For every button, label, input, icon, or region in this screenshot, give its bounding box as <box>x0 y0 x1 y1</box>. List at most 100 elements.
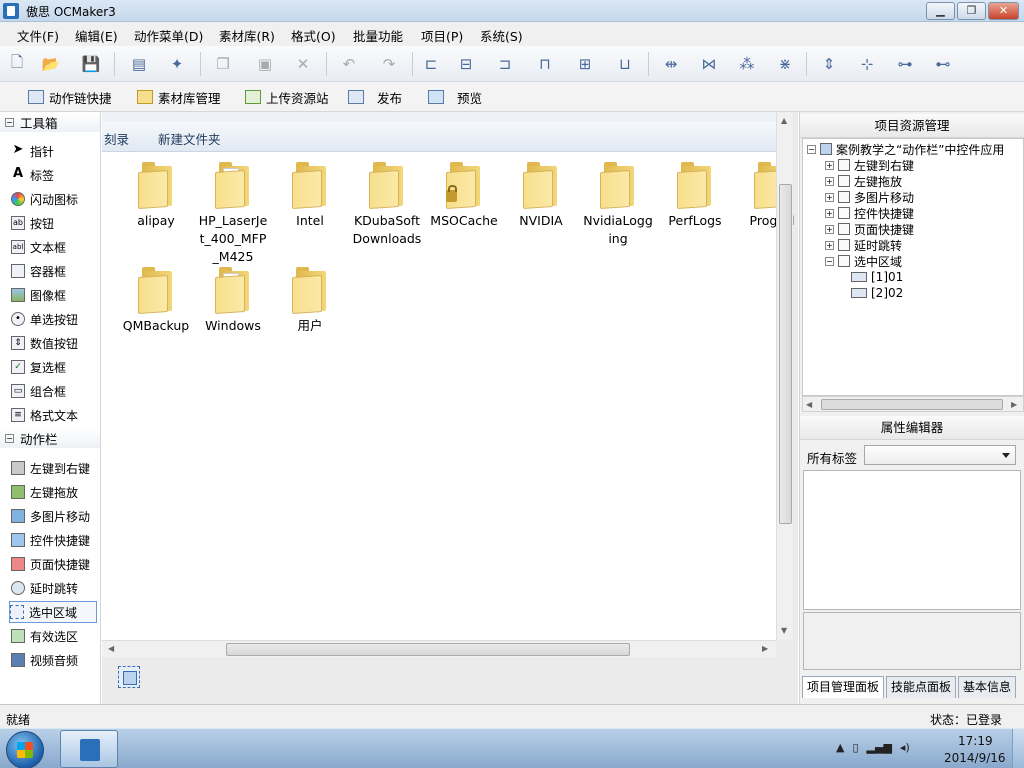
select-region-widget-icon[interactable] <box>118 666 140 688</box>
folder-item[interactable]: 用户 <box>274 267 346 335</box>
remove-spacing-icon[interactable]: ⊷ <box>932 53 954 75</box>
decrease-spacing-icon[interactable]: ⊶ <box>894 53 916 75</box>
undo-icon[interactable]: ↶ <box>338 53 360 75</box>
action-left-to-right[interactable]: 左键到右键 <box>11 457 99 479</box>
preview-button[interactable]: 预览 <box>428 87 482 107</box>
menu-action[interactable]: 动作菜单(D) <box>134 26 203 45</box>
new-folder-button[interactable]: 新建文件夹 <box>158 129 221 148</box>
clock-date[interactable]: 2014/9/16 <box>944 751 1006 765</box>
folder-item[interactable]: HP_LaserJet_400_MFP_M425 <box>197 162 269 266</box>
network-icon[interactable]: ▂▄▆ <box>867 741 892 754</box>
start-button[interactable] <box>6 731 44 768</box>
align-middle-icon[interactable]: ⊞ <box>574 53 596 75</box>
increase-spacing-icon[interactable]: ⊹ <box>856 53 878 75</box>
tool-image[interactable]: 图像框 <box>11 284 99 306</box>
page-icon[interactable]: ▤ <box>128 53 150 75</box>
tree-node[interactable]: + 左键拖放 <box>825 173 902 189</box>
space-even-icon[interactable]: ⁂ <box>736 53 758 75</box>
horizontal-scrollbar[interactable]: ◀ ▶ <box>102 640 776 657</box>
show-desktop-button[interactable] <box>1012 729 1024 768</box>
folder-item[interactable]: alipay <box>120 162 192 230</box>
copy-icon[interactable]: ❐ <box>212 53 234 75</box>
menu-file[interactable]: 文件(F) <box>17 26 59 45</box>
menu-edit[interactable]: 编辑(E) <box>75 26 118 45</box>
tree-root[interactable]: − 案例教学之“动作栏”中控件应用 <box>807 141 1004 157</box>
distribute-vertical-icon[interactable]: ⇕ <box>818 53 840 75</box>
vertical-scrollbar[interactable]: ▲ ▼ <box>776 112 793 640</box>
scroll-right-icon[interactable]: ▶ <box>1011 400 1017 409</box>
align-bottom-icon[interactable]: ⊔ <box>614 53 636 75</box>
scroll-down-icon[interactable]: ▼ <box>781 626 787 635</box>
horizontal-scroll-thumb[interactable] <box>226 643 630 656</box>
scroll-right-icon[interactable]: ▶ <box>762 644 768 653</box>
property-grid[interactable] <box>803 470 1021 610</box>
tool-checkbox[interactable]: ✓ 复选框 <box>11 356 99 378</box>
scroll-up-icon[interactable]: ▲ <box>781 116 787 125</box>
upload-button[interactable]: 上传资源站 <box>245 87 329 107</box>
actionbar-header[interactable]: − 动作栏 <box>0 428 100 448</box>
tree-horizontal-scrollbar[interactable]: ◀ ▶ <box>802 396 1024 412</box>
menu-batch[interactable]: 批量功能 <box>353 26 403 45</box>
align-left-icon[interactable]: ⊏ <box>420 53 442 75</box>
distribute-horizontal-icon[interactable]: ⇹ <box>660 53 682 75</box>
maximize-button[interactable]: ❐ <box>957 2 986 20</box>
delete-icon[interactable]: ✕ <box>292 53 314 75</box>
scroll-left-icon[interactable]: ◀ <box>108 644 114 653</box>
menu-system[interactable]: 系统(S) <box>480 26 523 45</box>
tool-richtext[interactable]: ≡ 格式文本 <box>11 404 99 426</box>
align-center-icon[interactable]: ⊟ <box>455 53 477 75</box>
folder-item[interactable]: NVIDIA <box>505 162 577 230</box>
folder-item[interactable]: PerfLogs <box>659 162 731 230</box>
vertical-scroll-thumb[interactable] <box>779 184 792 524</box>
action-video-audio[interactable]: 视频音频 <box>11 649 99 671</box>
tool-label-control[interactable]: A 标签 <box>11 164 99 186</box>
tree-node[interactable]: + 多图片移动 <box>825 189 914 205</box>
tree-node[interactable]: + 控件快捷键 <box>825 205 914 221</box>
toolbox-header[interactable]: − 工具箱 <box>0 112 100 132</box>
align-top-icon[interactable]: ⊓ <box>534 53 556 75</box>
redo-icon[interactable]: ↷ <box>378 53 400 75</box>
scroll-left-icon[interactable]: ◀ <box>806 400 812 409</box>
action-control-shortcut[interactable]: 控件快捷键 <box>11 529 99 551</box>
show-hidden-icons-icon[interactable]: ▲ <box>836 741 844 754</box>
library-manage-button[interactable]: 素材库管理 <box>137 87 221 107</box>
tab-skill-panel[interactable]: 技能点面板 <box>886 676 956 698</box>
folder-item[interactable]: KDubaSoftDownloads <box>351 162 423 248</box>
tree-child-item[interactable]: [1]01 <box>851 269 903 285</box>
taskbar-app-button[interactable] <box>60 730 118 768</box>
action-multi-image[interactable]: 多图片移动 <box>11 505 99 527</box>
puzzle-icon[interactable]: ✦ <box>166 53 188 75</box>
open-folder-icon[interactable]: 📂 <box>40 53 62 75</box>
space-horizontal-icon[interactable]: ⋈ <box>698 53 720 75</box>
tree-node[interactable]: + 页面快捷键 <box>825 221 914 237</box>
menu-format[interactable]: 格式(O) <box>291 26 336 45</box>
burn-button[interactable]: 刻录 <box>104 129 129 148</box>
tool-numeric[interactable]: ⇕ 数值按钮 <box>11 332 99 354</box>
tags-dropdown[interactable] <box>864 445 1016 465</box>
tool-pointer[interactable]: ➤ 指针 <box>11 140 99 162</box>
folder-item[interactable]: Windows <box>197 267 269 335</box>
minimize-button[interactable]: ▁ <box>926 2 955 20</box>
tool-flash-icon[interactable]: 闪动图标 <box>11 188 99 210</box>
tree-node[interactable]: + 左键到右键 <box>825 157 914 173</box>
tree-node[interactable]: − 选中区域 <box>825 253 902 269</box>
menu-project[interactable]: 项目(P) <box>421 26 463 45</box>
volume-icon[interactable]: ◂) <box>900 741 910 754</box>
folder-item[interactable]: Prog Fil <box>736 162 808 230</box>
folder-item[interactable]: QMBackup <box>120 267 192 335</box>
tool-groupbox[interactable]: ▭ 组合框 <box>11 380 99 402</box>
folder-item[interactable]: NvidiaLogging <box>582 162 654 248</box>
action-drag-drop[interactable]: 左键拖放 <box>11 481 99 503</box>
publish-button[interactable]: 发布 <box>348 87 402 107</box>
new-file-icon[interactable]: 🗋 <box>6 53 28 75</box>
tool-button[interactable]: ab 按钮 <box>11 212 99 234</box>
action-page-shortcut[interactable]: 页面快捷键 <box>11 553 99 575</box>
clock-time[interactable]: 17:19 <box>958 734 993 748</box>
action-delay-jump[interactable]: 延时跳转 <box>11 577 99 599</box>
tree-node[interactable]: + 延时跳转 <box>825 237 902 253</box>
tree-child-item[interactable]: [2]02 <box>851 285 903 301</box>
action-chain-button[interactable]: 动作链快捷 <box>28 87 112 107</box>
folder-item[interactable]: MSOCache <box>428 162 500 230</box>
folder-item[interactable]: Intel <box>274 162 346 230</box>
tool-radio[interactable]: • 单选按钮 <box>11 308 99 330</box>
